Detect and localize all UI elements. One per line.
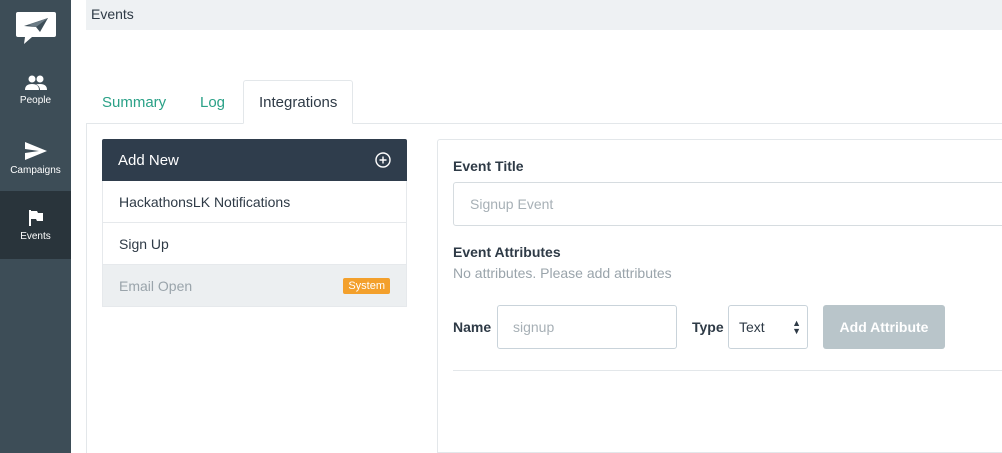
- people-icon: [24, 75, 47, 90]
- page-title: Events: [91, 6, 134, 22]
- tab-bar: Summary Log Integrations: [86, 80, 1002, 124]
- add-new-label: Add New: [118, 151, 179, 169]
- send-icon: [24, 141, 47, 160]
- type-label: Type: [692, 319, 724, 335]
- type-select-value: Text: [739, 319, 765, 335]
- sidebar-item-events[interactable]: Events: [0, 191, 71, 259]
- attribute-name-input[interactable]: [497, 305, 677, 349]
- sidebar-item-campaigns[interactable]: Campaigns: [0, 124, 71, 192]
- name-label: Name: [453, 319, 492, 335]
- event-list: Add New HackathonsLK Notifications Sign …: [102, 139, 407, 307]
- list-item[interactable]: Email Open System: [102, 265, 407, 307]
- attributes-helper-text: No attributes. Please add attributes: [453, 265, 672, 281]
- tab-log[interactable]: Log: [200, 80, 225, 124]
- sidebar-item-label: Events: [20, 230, 51, 242]
- list-item-label: HackathonsLK Notifications: [119, 193, 291, 210]
- add-attribute-button[interactable]: Add Attribute: [823, 305, 945, 349]
- tab-summary[interactable]: Summary: [102, 80, 166, 124]
- event-title-label: Event Title: [453, 158, 524, 174]
- list-item-label: Email Open: [119, 277, 193, 294]
- sidebar-item-label: Campaigns: [10, 164, 61, 176]
- list-item-label: Sign Up: [119, 235, 169, 252]
- list-item[interactable]: Sign Up: [102, 223, 407, 265]
- flag-icon: [28, 209, 43, 226]
- event-form: Event Title Event Attributes No attribut…: [437, 139, 1002, 453]
- tab-integrations[interactable]: Integrations: [243, 80, 354, 124]
- sidebar-item-label: People: [19, 94, 52, 106]
- sidebar: People Campaigns Events: [0, 0, 71, 453]
- status-badge: System: [343, 277, 390, 294]
- paper-plane-chat-icon: [15, 12, 56, 44]
- event-attributes-label: Event Attributes: [453, 244, 561, 260]
- add-new-button[interactable]: Add New: [102, 139, 407, 181]
- sidebar-item-people[interactable]: People: [0, 56, 71, 124]
- list-item[interactable]: HackathonsLK Notifications: [102, 181, 407, 223]
- app-logo[interactable]: [0, 0, 71, 56]
- event-title-input[interactable]: [453, 182, 1002, 226]
- divider: [453, 370, 1002, 371]
- attribute-type-select[interactable]: Text ▲ ▼: [728, 305, 808, 349]
- page-header: Events: [86, 0, 1002, 30]
- select-arrows-icon: ▲ ▼: [792, 318, 801, 336]
- plus-circle-icon: [375, 152, 391, 168]
